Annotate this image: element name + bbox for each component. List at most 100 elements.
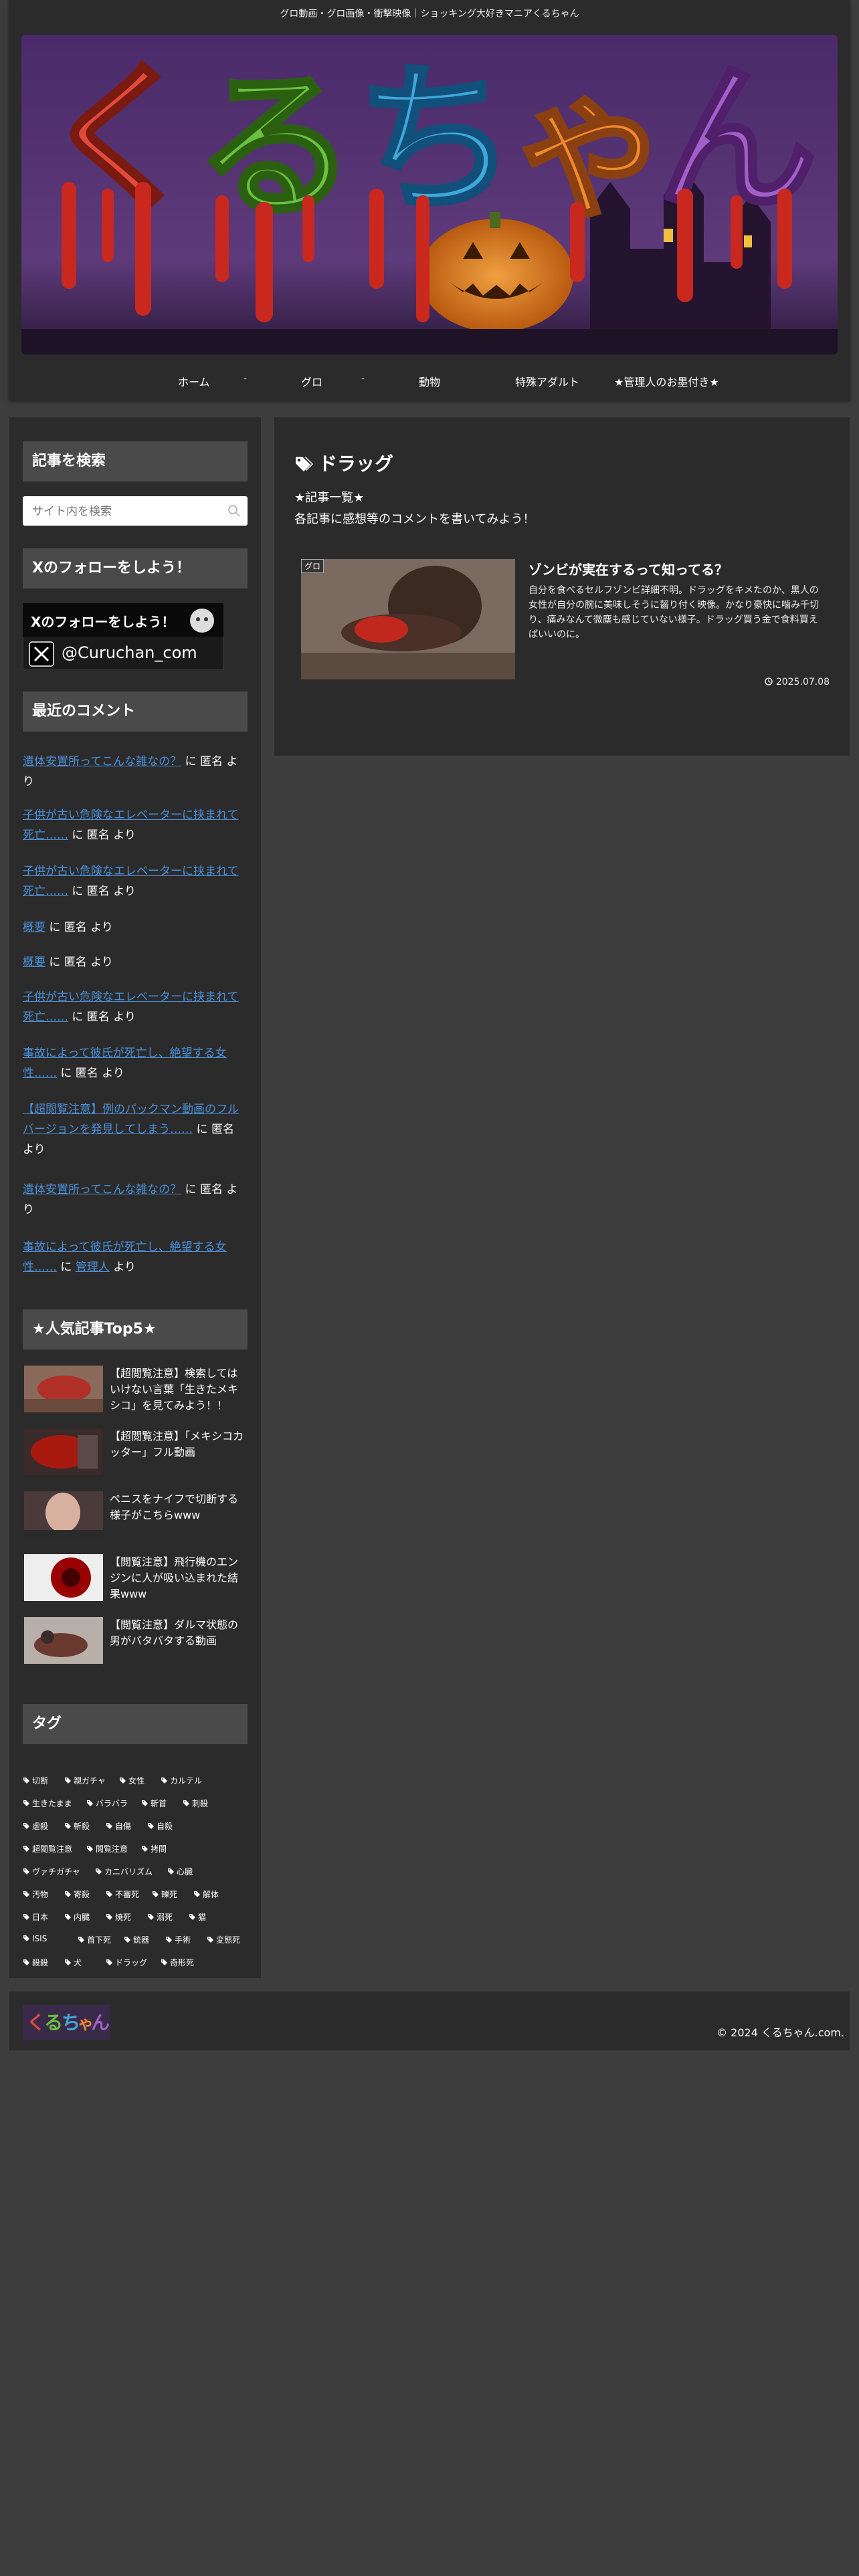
popular-post-title[interactable]: 【超閲覧注意】「メキシコカッター」フル動画	[110, 1428, 248, 1461]
tag-label: ヴァチガチャ	[32, 1867, 80, 1876]
svg-text:る: る	[44, 2012, 63, 2034]
popular-post-thumbnail[interactable]	[24, 1554, 103, 1601]
tag-link[interactable]: 解体	[193, 1889, 219, 1900]
popular-post-thumbnail[interactable]	[24, 1617, 103, 1664]
tag-icon	[161, 1778, 167, 1784]
tag-label: カルテル	[170, 1776, 203, 1786]
comment-author-text: に 匿名 より	[68, 829, 136, 842]
x-follow-banner[interactable]: Xのフォローをしよう！ @Curuchan_com	[22, 603, 224, 671]
tag-link[interactable]: 斬首	[141, 1798, 167, 1809]
popular-post-item[interactable]: 【閲覧注意】飛行機のエンジンに人が吸い込まれた結果www	[24, 1554, 248, 1605]
tag-link[interactable]: カルテル	[161, 1775, 202, 1786]
tag-link[interactable]: 虐殺	[23, 1820, 48, 1832]
comment-post-link[interactable]: 概要	[23, 921, 45, 934]
tag-link[interactable]: 殺殺	[23, 1957, 48, 1968]
tag-link[interactable]: 刺殺	[183, 1798, 208, 1809]
tag-icon	[207, 1937, 213, 1943]
clock-icon	[765, 677, 773, 685]
tag-icon	[148, 1823, 154, 1829]
popular-post-item[interactable]: 【閲覧注意】ダルマ状態の男がバタバタする動画	[24, 1617, 248, 1668]
search-icon[interactable]	[227, 504, 241, 518]
tag-label: ISIS	[32, 1934, 47, 1943]
popular-post-thumbnail[interactable]	[24, 1428, 103, 1475]
tag-label: 切断	[32, 1776, 49, 1786]
post-card-title[interactable]: ゾンビが実在するって知ってる？	[529, 559, 823, 578]
tag-link[interactable]: 汚物	[23, 1889, 48, 1900]
comment-author-text: に 匿名 より	[45, 921, 113, 934]
tag-link[interactable]: 寄殺	[64, 1889, 90, 1900]
tag-link[interactable]: 首下死	[78, 1934, 111, 1945]
tag-icon	[183, 1800, 189, 1806]
tag-link[interactable]: 焼死	[106, 1911, 131, 1923]
nav-item-gore[interactable]: グロ	[301, 373, 322, 389]
post-card[interactable]: グロ ゾンビが実在するって知ってる？ 自分を食べるセルフゾンビ詳細不明。ドラッグ…	[294, 559, 830, 687]
tag-link[interactable]: 斬殺	[64, 1820, 90, 1832]
tag-link[interactable]: 女性	[119, 1775, 145, 1786]
popular-post-item[interactable]: ペニスをナイフで切断する様子がこちらwww	[24, 1491, 248, 1542]
nav-item-admin-picks[interactable]: ★管理人のお墨付き★	[614, 373, 719, 389]
tag-label: ドラッグ	[115, 1958, 148, 1967]
tag-link[interactable]: ISIS	[23, 1934, 47, 1943]
tag-link[interactable]: カニバリズム	[95, 1866, 153, 1877]
popular-post-thumbnail[interactable]	[24, 1366, 103, 1412]
popular-post-title[interactable]: 【閲覧注意】飛行機のエンジンに人が吸い込まれた結果www	[110, 1554, 248, 1602]
comment-item: 遺体安置所ってこんな雑なの？ に 匿名 より	[23, 1180, 248, 1220]
popular-post-thumbnail[interactable]	[24, 1491, 103, 1538]
tag-link[interactable]: 内臓	[64, 1911, 90, 1923]
tag-label: 手術	[175, 1935, 191, 1945]
comment-post-link[interactable]: 遺体安置所ってこんな雑なの？	[23, 755, 181, 768]
tag-link[interactable]: 不審死	[106, 1889, 139, 1900]
popular-post-item[interactable]: 【超閲覧注意】「メキシコカッター」フル動画	[24, 1428, 248, 1479]
tag-link[interactable]: 轢死	[152, 1889, 177, 1900]
tag-link[interactable]: ヴァチガチャ	[23, 1866, 80, 1877]
tag-link[interactable]: 自傷	[106, 1820, 131, 1832]
nav-separator: -	[244, 373, 248, 384]
post-card-date-text: 2025.07.08	[775, 677, 830, 687]
site-logo-banner[interactable]: く る ち ゃ ん	[21, 35, 838, 354]
comment-post-link[interactable]: 遺体安置所ってこんな雑なの？	[23, 1183, 181, 1196]
popular-post-item[interactable]: 【超閲覧注意】検索してはいけない言葉「生きたメキシコ」を見てみよう！！	[24, 1366, 248, 1416]
footer-logo[interactable]: く る ち ゃ ん	[23, 2005, 110, 2040]
popular-post-title[interactable]: ペニスをナイフで切断する様子がこちらwww	[110, 1491, 248, 1523]
tag-link[interactable]: 銃器	[124, 1934, 149, 1945]
tag-label: 拷問	[151, 1844, 167, 1854]
tag-link[interactable]: 日本	[23, 1911, 48, 1923]
post-card-thumbnail[interactable]	[301, 559, 515, 679]
tag-link[interactable]: 拷問	[141, 1843, 167, 1854]
comment-post-link[interactable]: 事故によって彼氏が死亡し、絶望する女性……	[23, 1047, 227, 1080]
tag-icon	[65, 1778, 71, 1784]
tag-link[interactable]: 心臓	[167, 1866, 193, 1877]
tag-icon	[106, 1891, 112, 1897]
copyright-text: © 2024 くるちゃん.com.	[717, 2026, 844, 2039]
popular-post-title[interactable]: 【超閲覧注意】検索してはいけない言葉「生きたメキシコ」を見てみよう！！	[110, 1366, 248, 1414]
tag-icon	[23, 1823, 29, 1829]
tag-link[interactable]: 手術	[165, 1934, 191, 1945]
tag-link[interactable]: 犬	[64, 1957, 82, 1968]
tag-link[interactable]: 奇形死	[161, 1957, 194, 1968]
popular-post-title[interactable]: 【閲覧注意】ダルマ状態の男がバタバタする動画	[110, 1617, 248, 1649]
comment-item: 事故によって彼氏が死亡し、絶望する女性…… に 匿名 より	[23, 1043, 248, 1083]
tag-label: 日本	[32, 1913, 49, 1922]
tag-icon	[106, 1914, 112, 1920]
tag-link[interactable]: 生きたまま	[23, 1798, 72, 1809]
nav-item-animals[interactable]: 動物	[419, 373, 440, 389]
tag-link[interactable]: 猫	[189, 1911, 206, 1923]
search-input[interactable]	[31, 496, 227, 527]
tag-link[interactable]: 閲覧注意	[86, 1843, 128, 1854]
tag-link[interactable]: 自殺	[147, 1820, 173, 1832]
tag-link[interactable]: 超閲覧注意	[23, 1843, 72, 1854]
tag-link[interactable]: バラバラ	[86, 1798, 128, 1809]
tag-link[interactable]: 親ガチャ	[64, 1775, 106, 1786]
comment-post-link[interactable]: 概要	[23, 956, 45, 969]
tag-label: 溺死	[157, 1913, 173, 1922]
tag-label: 心臓	[177, 1867, 193, 1876]
tag-link[interactable]: 変態死	[207, 1934, 240, 1945]
tag-icon	[23, 1959, 29, 1965]
tag-label: カニバリズム	[104, 1867, 153, 1876]
nav-item-special-adult[interactable]: 特殊アダルト	[515, 373, 579, 389]
nav-item-home[interactable]: ホーム	[178, 373, 210, 389]
tag-link[interactable]: 切断	[23, 1775, 48, 1786]
tag-link[interactable]: ドラッグ	[106, 1957, 147, 1968]
comment-author-link[interactable]: 管理人	[76, 1261, 110, 1274]
tag-link[interactable]: 溺死	[147, 1911, 173, 1923]
